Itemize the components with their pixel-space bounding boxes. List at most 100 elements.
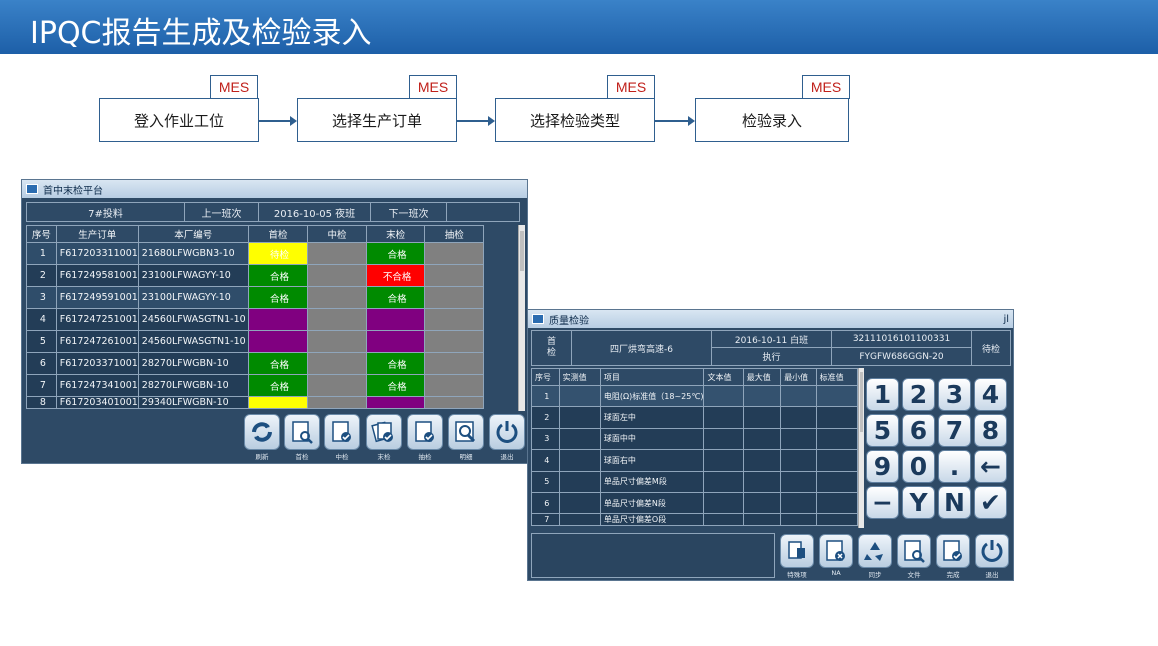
toolbar-label: 特殊项 bbox=[787, 571, 807, 579]
text-value-cell bbox=[703, 513, 744, 527]
std-cell bbox=[815, 406, 859, 429]
detail-button[interactable] bbox=[448, 414, 484, 450]
table-row[interactable]: 4 球面右中 bbox=[531, 449, 859, 472]
measured-value-cell[interactable] bbox=[558, 406, 601, 429]
measured-value-cell[interactable] bbox=[558, 491, 601, 515]
key-4[interactable]: 4 bbox=[974, 378, 1007, 411]
row-number: 7 bbox=[531, 513, 560, 527]
table-row[interactable]: 1 电阻(Ω)标准值（18~25℃) bbox=[531, 384, 859, 408]
inspection-items-table: 序号 实测值 项目 文本值 最大值 最小值 标准值 1 电阻(Ω)标准值（18~2… bbox=[531, 368, 859, 527]
complete-button[interactable] bbox=[936, 534, 970, 568]
measured-value-cell[interactable] bbox=[558, 470, 601, 493]
key-confirm[interactable]: ✔ bbox=[974, 486, 1007, 519]
key-backspace[interactable]: ← bbox=[974, 450, 1007, 483]
row-number: 5 bbox=[531, 470, 560, 493]
flow-step-login: 登入作业工位 bbox=[99, 98, 259, 142]
col-header: 本厂编号 bbox=[137, 225, 249, 243]
key-7[interactable]: 7 bbox=[938, 414, 971, 447]
key-1[interactable]: 1 bbox=[866, 378, 899, 411]
key-6[interactable]: 6 bbox=[902, 414, 935, 447]
key-9[interactable]: 9 bbox=[866, 450, 899, 483]
text-value-cell bbox=[703, 491, 744, 515]
table-row[interactable]: 5 单品尺寸偏差M段 bbox=[531, 470, 859, 493]
key-minus[interactable]: − bbox=[866, 486, 899, 519]
text-value-cell bbox=[703, 470, 744, 493]
measured-value-cell[interactable] bbox=[558, 513, 601, 527]
mid-inspect-cell bbox=[307, 308, 367, 331]
last-inspect-cell: 不合格 bbox=[365, 264, 426, 287]
col-header: 序号 bbox=[531, 368, 560, 386]
exit-button[interactable] bbox=[975, 534, 1009, 568]
table-row[interactable]: 5 F617247261001 24560LFWASGTN1-10 bbox=[26, 330, 484, 353]
special-item-button[interactable] bbox=[780, 534, 814, 568]
table-row[interactable]: 6 F617203371001 28270LFWGBN-10 合格 合格 bbox=[26, 352, 484, 375]
min-cell bbox=[780, 513, 817, 527]
sync-button[interactable] bbox=[858, 534, 892, 568]
last-inspect-cell: 合格 bbox=[365, 352, 426, 375]
measured-value-cell[interactable] bbox=[558, 384, 601, 408]
col-header: 生产订单 bbox=[55, 225, 139, 243]
remark-input[interactable] bbox=[531, 533, 775, 578]
col-header: 末检 bbox=[365, 225, 426, 243]
table-row[interactable]: 2 F617249581001 23100LFWAGYY-10 合格 不合格 bbox=[26, 264, 484, 287]
key-2[interactable]: 2 bbox=[902, 378, 935, 411]
min-cell bbox=[780, 406, 817, 429]
first-inspect-cell: 合格 bbox=[247, 352, 309, 375]
toolbar-label: 完成 bbox=[946, 571, 960, 579]
table-row[interactable]: 6 单品尺寸偏差N段 bbox=[531, 491, 859, 515]
table-scrollbar[interactable] bbox=[518, 225, 525, 411]
row-number: 4 bbox=[531, 449, 560, 472]
order-cell: F617249591001 bbox=[55, 286, 139, 309]
mid-inspect-button[interactable] bbox=[324, 414, 360, 450]
table-row[interactable]: 1 F617203311001 21680LFWGBN3-10 待检 合格 bbox=[26, 242, 484, 265]
prev-shift-button[interactable]: 上一班次 bbox=[185, 203, 259, 221]
table-row[interactable]: 3 球面中中 bbox=[531, 427, 859, 451]
std-cell bbox=[815, 470, 859, 493]
scrollbar-thumb[interactable] bbox=[860, 372, 863, 432]
mid-inspect-cell bbox=[307, 242, 367, 265]
key-dot[interactable]: . bbox=[938, 450, 971, 483]
table-scrollbar[interactable] bbox=[858, 368, 864, 528]
key-5[interactable]: 5 bbox=[866, 414, 899, 447]
row-number: 4 bbox=[26, 308, 57, 331]
last-inspect-cell bbox=[365, 396, 426, 409]
sample-inspect-button[interactable] bbox=[407, 414, 443, 450]
first-inspect-button[interactable] bbox=[284, 414, 320, 450]
code-cell: 29340LFWGBN-10 bbox=[137, 396, 249, 409]
code-cell: 23100LFWAGYY-10 bbox=[137, 286, 249, 309]
last-inspect-cell: 合格 bbox=[365, 286, 426, 309]
na-button[interactable] bbox=[819, 534, 853, 568]
code-cell: 28270LFWGBN-10 bbox=[137, 374, 249, 397]
item-cell: 球面中中 bbox=[599, 427, 705, 451]
mid-inspect-cell bbox=[307, 396, 367, 409]
item-cell: 球面右中 bbox=[599, 449, 705, 472]
first-inspect-cell: 待检 bbox=[247, 242, 309, 265]
table-row[interactable]: 3 F617249591001 23100LFWAGYY-10 合格 合格 bbox=[26, 286, 484, 309]
measured-value-cell[interactable] bbox=[558, 427, 601, 451]
document-check-icon bbox=[943, 540, 962, 561]
table-row[interactable]: 4 F617247251001 24560LFWASGTN1-10 bbox=[26, 308, 484, 331]
key-3[interactable]: 3 bbox=[938, 378, 971, 411]
scrollbar-thumb[interactable] bbox=[520, 231, 524, 271]
exit-button[interactable] bbox=[489, 414, 525, 450]
toolbar-label: 文件 bbox=[907, 571, 921, 579]
flow-step-select-order: 选择生产订单 bbox=[297, 98, 457, 142]
table-row[interactable]: 7 单品尺寸偏差O段 bbox=[531, 513, 859, 527]
table-row[interactable]: 2 球面左中 bbox=[531, 406, 859, 429]
measured-value-cell[interactable] bbox=[558, 449, 601, 472]
shift-info-bar: 7#投料 上一班次 2016-10-05 夜班 下一班次 bbox=[26, 202, 520, 222]
key-no[interactable]: N bbox=[938, 486, 971, 519]
code-cell: 21680LFWGBN3-10 bbox=[137, 242, 249, 265]
key-8[interactable]: 8 bbox=[974, 414, 1007, 447]
last-inspect-button[interactable] bbox=[366, 414, 402, 450]
order-cell: F617247261001 bbox=[55, 330, 139, 353]
key-0[interactable]: 0 bbox=[902, 450, 935, 483]
refresh-button[interactable] bbox=[244, 414, 280, 450]
table-row[interactable]: 8 F617203401001 29340LFWGBN-10 bbox=[26, 396, 484, 409]
key-yes[interactable]: Y bbox=[902, 486, 935, 519]
text-value-cell bbox=[703, 384, 744, 408]
file-button[interactable] bbox=[897, 534, 931, 568]
table-row[interactable]: 7 F617247341001 28270LFWGBN-10 合格 合格 bbox=[26, 374, 484, 397]
next-shift-button[interactable]: 下一班次 bbox=[371, 203, 447, 221]
window-titlebar: 首中末检平台 bbox=[22, 180, 527, 198]
